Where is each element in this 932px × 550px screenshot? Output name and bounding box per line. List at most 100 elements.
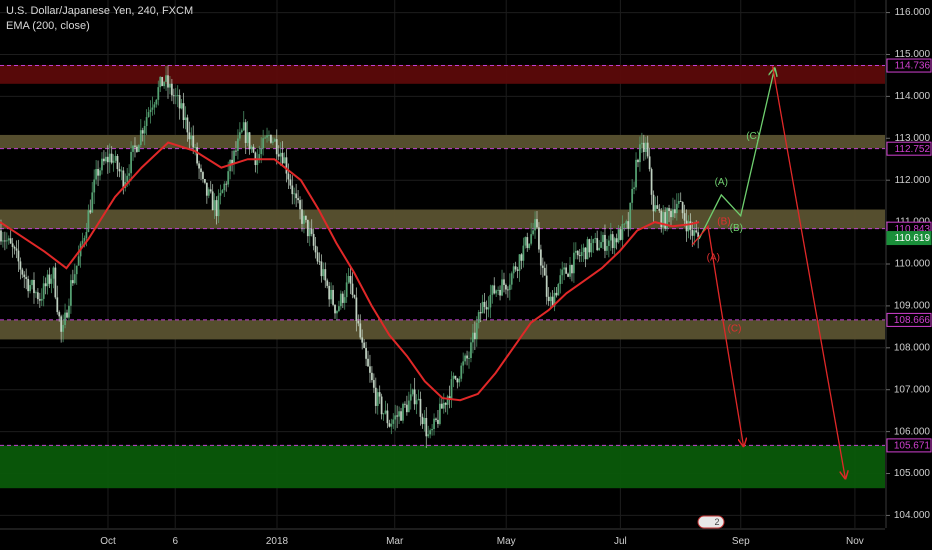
candle-body xyxy=(266,135,268,138)
candle-body xyxy=(491,285,494,295)
candle-body xyxy=(322,269,325,277)
candle-body xyxy=(174,95,177,97)
candle-body xyxy=(600,242,602,248)
event-badge-label: 2 xyxy=(714,517,719,527)
candle-body xyxy=(128,173,131,176)
candle-body xyxy=(198,163,200,169)
candle-body xyxy=(237,138,239,151)
candle-body xyxy=(141,130,144,134)
candle-body xyxy=(225,183,228,185)
price-chart[interactable]: (A) (B) (C) (A) (B) (C) 104.000 105.000 106.000 1… xyxy=(0,0,932,550)
candle-body xyxy=(95,169,98,180)
price-axis-tick-label: 106.000 xyxy=(894,426,931,437)
candle-body xyxy=(404,403,406,405)
price-axis-tick-label: 110.000 xyxy=(895,259,931,270)
candle-body xyxy=(304,215,307,220)
price-tag-label: 112.752 xyxy=(895,144,931,155)
price-tag-label: 108.666 xyxy=(894,315,931,326)
candle-body xyxy=(132,145,134,152)
candle-body xyxy=(454,375,457,379)
candle-body xyxy=(444,402,447,405)
candle-body xyxy=(163,81,166,87)
candle-body xyxy=(617,229,620,243)
candle-body xyxy=(291,185,294,195)
candle-body xyxy=(483,301,486,307)
candle-body xyxy=(687,221,690,232)
candle-body xyxy=(77,256,80,266)
time-axis-tick-label: Oct xyxy=(100,536,116,547)
candle-body xyxy=(673,209,676,214)
candle-body xyxy=(64,312,66,325)
candle-body xyxy=(582,247,585,252)
candle-body xyxy=(75,265,78,275)
candle-body xyxy=(203,178,206,183)
candle-body xyxy=(137,145,140,152)
candle-body xyxy=(66,312,68,318)
candle-body xyxy=(223,183,226,191)
candle-body xyxy=(631,188,634,203)
candle-body xyxy=(685,220,688,232)
candle-body xyxy=(58,312,61,317)
candle-body xyxy=(244,122,247,143)
candle-body xyxy=(116,155,119,170)
candle-body xyxy=(207,189,210,196)
candle-body xyxy=(13,246,16,249)
candle-body xyxy=(545,275,548,297)
candle-body xyxy=(355,297,358,321)
candle-body xyxy=(341,293,344,303)
candle-body xyxy=(71,280,74,284)
candle-body xyxy=(281,152,284,164)
candle-body xyxy=(627,221,630,229)
candle-body xyxy=(44,283,47,287)
candle-body xyxy=(155,99,158,105)
wave-label: (A) xyxy=(707,252,720,263)
candle-body xyxy=(672,209,674,218)
candle-body xyxy=(475,322,478,340)
candle-body xyxy=(417,398,420,401)
candle-body xyxy=(427,434,430,437)
candle-body xyxy=(283,157,286,164)
candle-body xyxy=(400,411,402,421)
time-axis-tick-label: Nov xyxy=(846,536,864,547)
candle-body xyxy=(615,238,618,243)
chart-legend: U.S. Dollar/Japanese Yen, 240, FXCM EMA … xyxy=(6,4,193,34)
candle-body xyxy=(161,76,164,87)
time-axis-tick-label: 6 xyxy=(172,536,178,547)
candle-body xyxy=(97,169,99,176)
candle-body xyxy=(425,417,428,437)
price-zone xyxy=(0,320,885,340)
candle-body xyxy=(371,372,373,381)
candle-body xyxy=(262,138,265,149)
price-tag-label: 110.619 xyxy=(895,233,931,244)
candle-body xyxy=(221,190,224,193)
candle-body xyxy=(650,169,653,195)
candle-body xyxy=(584,247,587,260)
candle-body xyxy=(440,403,443,409)
candle-body xyxy=(369,366,371,373)
candle-body xyxy=(633,187,635,189)
candle-body xyxy=(273,139,276,142)
candle-body xyxy=(378,392,381,397)
candle-body xyxy=(388,423,391,427)
candle-body xyxy=(0,230,2,242)
candle-body xyxy=(159,76,162,88)
candle-body xyxy=(233,150,235,164)
candle-body xyxy=(693,230,696,236)
candle-body xyxy=(493,285,496,294)
candle-body xyxy=(446,396,449,405)
candle-body xyxy=(167,75,169,88)
candle-body xyxy=(110,153,113,163)
candle-body xyxy=(172,95,175,97)
candle-body xyxy=(89,210,92,213)
candle-body xyxy=(409,394,412,401)
candle-body xyxy=(312,233,315,246)
candle-body xyxy=(466,355,468,359)
candle-body xyxy=(534,219,536,231)
candle-body xyxy=(555,292,558,296)
price-axis-tick-label: 112.000 xyxy=(895,175,931,186)
candle-body xyxy=(349,275,352,284)
candle-body xyxy=(563,267,566,270)
candle-body xyxy=(415,400,418,405)
candle-body xyxy=(592,239,595,244)
candle-body xyxy=(165,75,167,82)
